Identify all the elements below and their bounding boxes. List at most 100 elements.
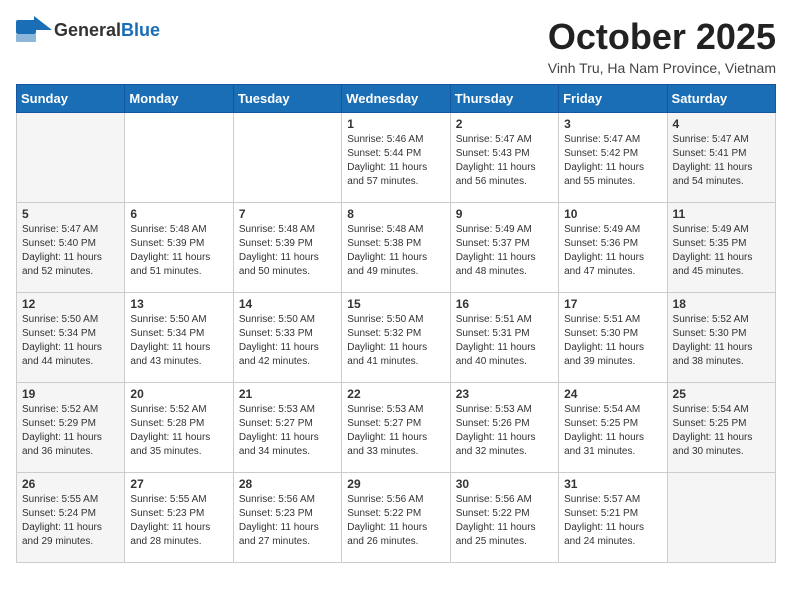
weekday-header-row: Sunday Monday Tuesday Wednesday Thursday… [17,85,776,113]
day-number: 30 [456,477,553,491]
calendar-cell: 13Sunrise: 5:50 AM Sunset: 5:34 PM Dayli… [125,293,233,383]
day-info: Sunrise: 5:54 AM Sunset: 5:25 PM Dayligh… [673,403,770,459]
calendar-cell: 8Sunrise: 5:48 AM Sunset: 5:38 PM Daylig… [342,203,450,293]
day-info: Sunrise: 5:56 AM Sunset: 5:23 PM Dayligh… [239,493,336,549]
day-info: Sunrise: 5:47 AM Sunset: 5:43 PM Dayligh… [456,133,553,189]
calendar-cell: 22 Sunrise: 5:53 AM Sunset: 5:27 PM Dayli… [342,383,450,473]
day-info: Sunrise: 5:53 AM Sunset: 5:26 PM Dayligh… [456,403,553,459]
day-info: Sunrise: 5:52 AM Sunset: 5:29 PM Dayligh… [22,403,119,459]
day-number: 12 [22,297,119,311]
day-info: Sunrise: 5:55 AM Sunset: 5:24 PM Dayligh… [22,493,119,549]
header-friday: Friday [559,85,667,113]
day-number: 19 [22,387,119,401]
calendar-cell: 25 Sunrise: 5:54 AM Sunset: 5:25 PM Dayli… [667,383,775,473]
header-thursday: Thursday [450,85,558,113]
calendar-week-0: 1 Sunrise: 5:46 AM Sunset: 5:44 PM Daylig… [17,113,776,203]
day-info: Sunrise: 5:48 AM Sunset: 5:39 PM Dayligh… [130,223,227,279]
location-subtitle: Vinh Tru, Ha Nam Province, Vietnam [548,60,776,76]
day-info: Sunrise: 5:56 AM Sunset: 5:22 PM Dayligh… [347,493,444,549]
calendar-cell: 3 Sunrise: 5:47 AM Sunset: 5:42 PM Daylig… [559,113,667,203]
calendar-cell: 14Sunrise: 5:50 AM Sunset: 5:33 PM Dayli… [233,293,341,383]
day-number: 17 [564,297,661,311]
calendar-cell: 26 Sunrise: 5:55 AM Sunset: 5:24 PM Dayli… [17,473,125,563]
day-number: 8 [347,207,444,221]
day-number: 15 [347,297,444,311]
calendar-cell: 19 Sunrise: 5:52 AM Sunset: 5:29 PM Dayli… [17,383,125,473]
header-wednesday: Wednesday [342,85,450,113]
calendar-week-1: 5Sunrise: 5:47 AM Sunset: 5:40 PM Daylig… [17,203,776,293]
calendar-cell: 2 Sunrise: 5:47 AM Sunset: 5:43 PM Daylig… [450,113,558,203]
calendar-week-3: 19 Sunrise: 5:52 AM Sunset: 5:29 PM Dayli… [17,383,776,473]
day-number: 23 [456,387,553,401]
day-number: 31 [564,477,661,491]
day-number: 1 [347,117,444,131]
calendar-cell: 10 Sunrise: 5:49 AM Sunset: 5:36 PM Dayli… [559,203,667,293]
calendar-cell: 18 Sunrise: 5:52 AM Sunset: 5:30 PM Dayli… [667,293,775,383]
day-number: 7 [239,207,336,221]
day-info: Sunrise: 5:51 AM Sunset: 5:31 PM Dayligh… [456,313,553,369]
calendar-cell: 24 Sunrise: 5:54 AM Sunset: 5:25 PM Dayli… [559,383,667,473]
calendar-cell: 21 Sunrise: 5:53 AM Sunset: 5:27 PM Dayli… [233,383,341,473]
day-info: Sunrise: 5:49 AM Sunset: 5:36 PM Dayligh… [564,223,661,279]
day-number: 18 [673,297,770,311]
day-info: Sunrise: 5:50 AM Sunset: 5:33 PM Dayligh… [239,313,336,369]
day-number: 24 [564,387,661,401]
logo-general: General [54,20,121,40]
calendar-cell: 12 Sunrise: 5:50 AM Sunset: 5:34 PM Dayli… [17,293,125,383]
title-section: October 2025 Vinh Tru, Ha Nam Province, … [548,16,776,76]
day-info: Sunrise: 5:52 AM Sunset: 5:30 PM Dayligh… [673,313,770,369]
calendar-cell: 29 Sunrise: 5:56 AM Sunset: 5:22 PM Dayli… [342,473,450,563]
day-number: 16 [456,297,553,311]
calendar-cell: 27 Sunrise: 5:55 AM Sunset: 5:23 PM Dayli… [125,473,233,563]
day-number: 26 [22,477,119,491]
header-monday: Monday [125,85,233,113]
day-number: 27 [130,477,227,491]
day-info: Sunrise: 5:50 AM Sunset: 5:34 PM Dayligh… [22,313,119,369]
day-number: 2 [456,117,553,131]
day-info: Sunrise: 5:53 AM Sunset: 5:27 PM Dayligh… [239,403,336,459]
calendar-cell: 4 Sunrise: 5:47 AM Sunset: 5:41 PM Daylig… [667,113,775,203]
header-sunday: Sunday [17,85,125,113]
day-number: 6 [130,207,227,221]
header-tuesday: Tuesday [233,85,341,113]
day-info: Sunrise: 5:55 AM Sunset: 5:23 PM Dayligh… [130,493,227,549]
calendar-cell: 6 Sunrise: 5:48 AM Sunset: 5:39 PM Daylig… [125,203,233,293]
day-info: Sunrise: 5:54 AM Sunset: 5:25 PM Dayligh… [564,403,661,459]
calendar-cell: 9 Sunrise: 5:49 AM Sunset: 5:37 PM Daylig… [450,203,558,293]
calendar-cell: 7Sunrise: 5:48 AM Sunset: 5:39 PM Daylig… [233,203,341,293]
day-number: 20 [130,387,227,401]
day-info: Sunrise: 5:53 AM Sunset: 5:27 PM Dayligh… [347,403,444,459]
calendar-cell: 28 Sunrise: 5:56 AM Sunset: 5:23 PM Dayli… [233,473,341,563]
day-number: 5 [22,207,119,221]
calendar-cell: 20 Sunrise: 5:52 AM Sunset: 5:28 PM Dayli… [125,383,233,473]
day-info: Sunrise: 5:50 AM Sunset: 5:32 PM Dayligh… [347,313,444,369]
day-info: Sunrise: 5:51 AM Sunset: 5:30 PM Dayligh… [564,313,661,369]
day-number: 10 [564,207,661,221]
calendar-cell: 31Sunrise: 5:57 AM Sunset: 5:21 PM Dayli… [559,473,667,563]
calendar-cell: 1 Sunrise: 5:46 AM Sunset: 5:44 PM Daylig… [342,113,450,203]
calendar-cell: 23 Sunrise: 5:53 AM Sunset: 5:26 PM Dayli… [450,383,558,473]
calendar-cell: 30Sunrise: 5:56 AM Sunset: 5:22 PM Dayli… [450,473,558,563]
calendar-cell: 17 Sunrise: 5:51 AM Sunset: 5:30 PM Dayli… [559,293,667,383]
day-number: 29 [347,477,444,491]
day-number: 25 [673,387,770,401]
calendar-week-4: 26 Sunrise: 5:55 AM Sunset: 5:24 PM Dayli… [17,473,776,563]
day-number: 28 [239,477,336,491]
logo-icon [16,16,52,44]
day-info: Sunrise: 5:46 AM Sunset: 5:44 PM Dayligh… [347,133,444,189]
day-info: Sunrise: 5:47 AM Sunset: 5:41 PM Dayligh… [673,133,770,189]
calendar-week-2: 12 Sunrise: 5:50 AM Sunset: 5:34 PM Dayli… [17,293,776,383]
day-info: Sunrise: 5:47 AM Sunset: 5:42 PM Dayligh… [564,133,661,189]
day-number: 3 [564,117,661,131]
day-info: Sunrise: 5:49 AM Sunset: 5:37 PM Dayligh… [456,223,553,279]
page-container: GeneralBlue October 2025 Vinh Tru, Ha Na… [16,16,776,563]
day-number: 13 [130,297,227,311]
calendar-cell [667,473,775,563]
day-number: 22 [347,387,444,401]
day-number: 21 [239,387,336,401]
day-info: Sunrise: 5:52 AM Sunset: 5:28 PM Dayligh… [130,403,227,459]
day-number: 9 [456,207,553,221]
calendar-cell: 5Sunrise: 5:47 AM Sunset: 5:40 PM Daylig… [17,203,125,293]
day-number: 4 [673,117,770,131]
month-title: October 2025 [548,16,776,58]
